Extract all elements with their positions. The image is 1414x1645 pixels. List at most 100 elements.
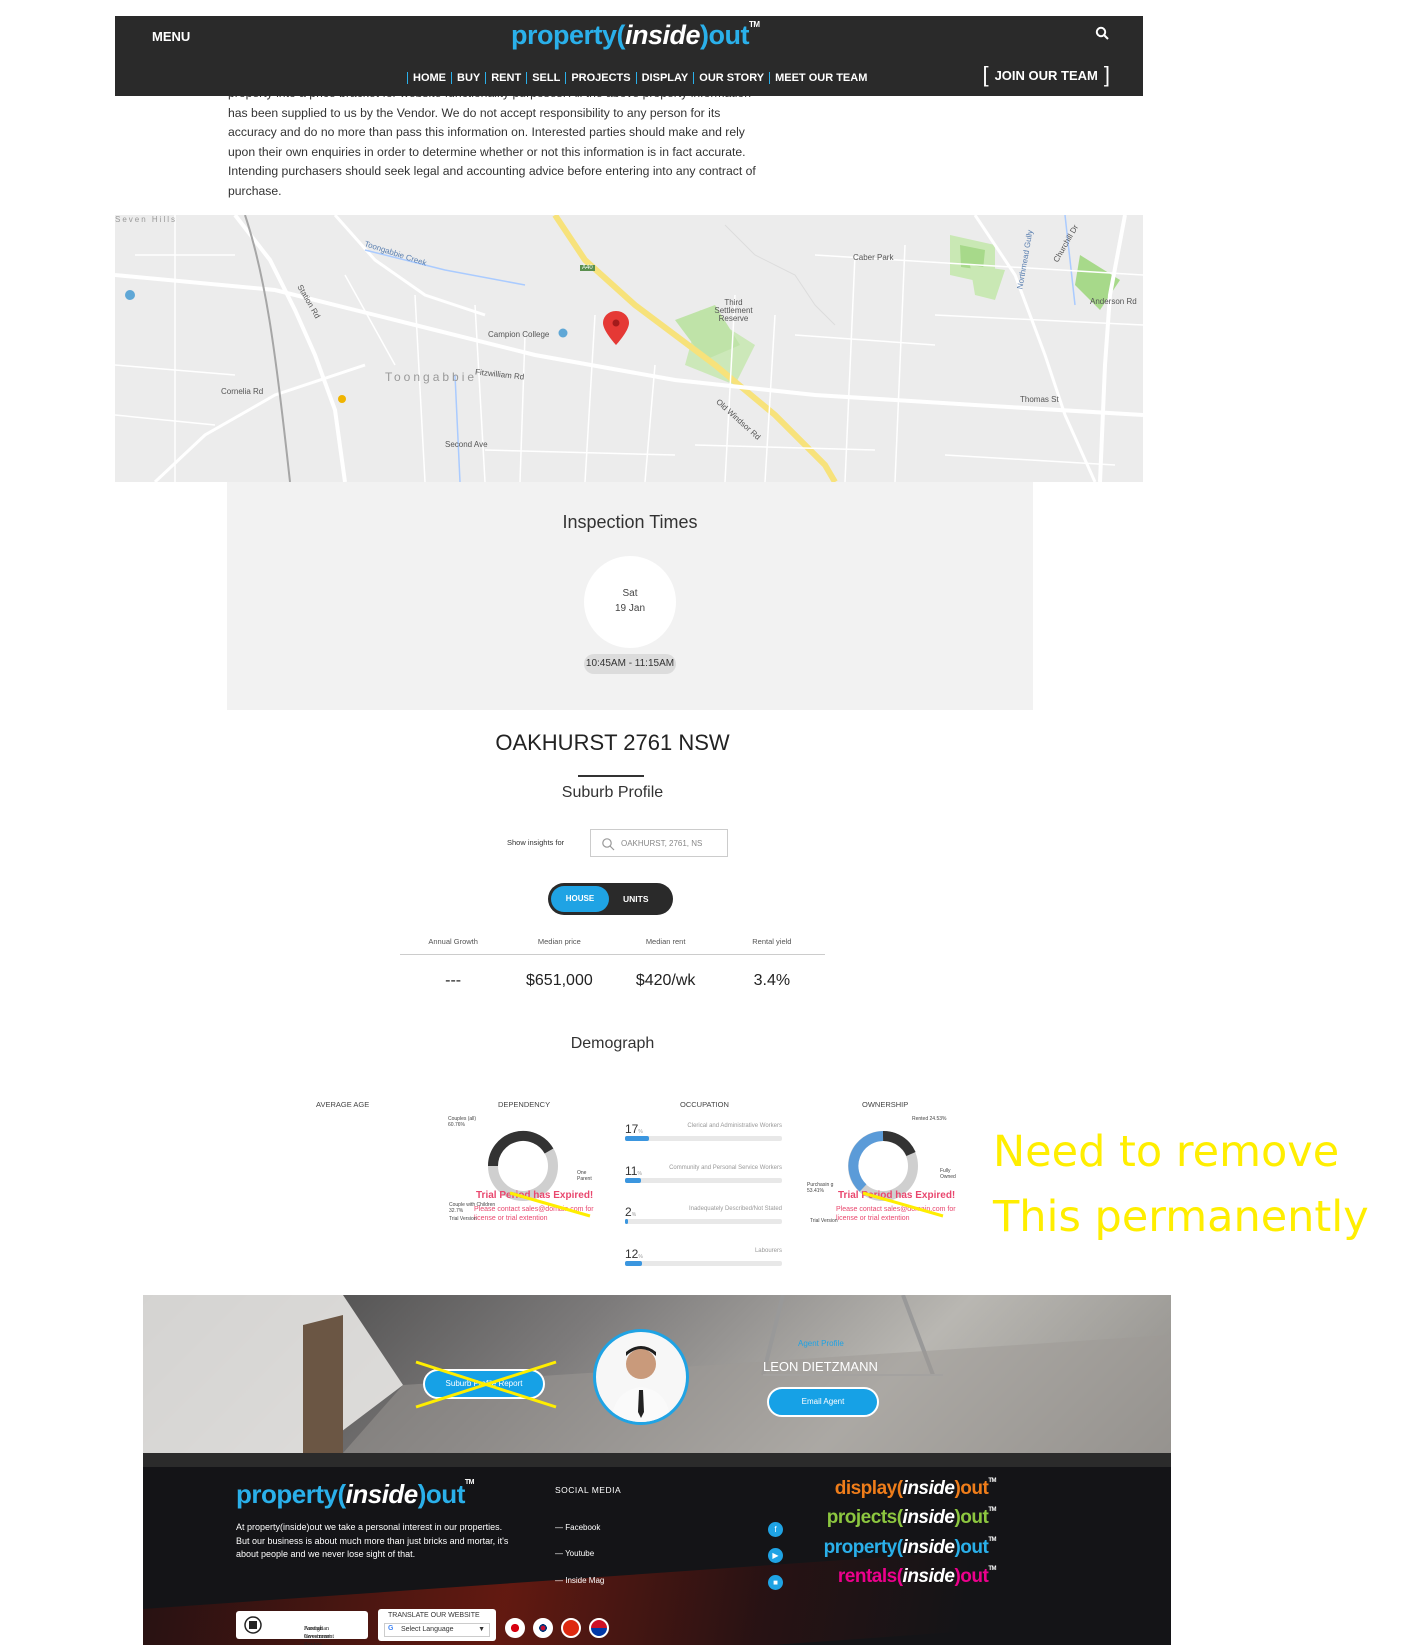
ownership-title: OWNERSHIP — [862, 1100, 909, 1109]
ownership-label: Rented 24.53% — [912, 1116, 947, 1122]
youtube-icon[interactable]: ▶ — [768, 1548, 783, 1563]
language-select[interactable]: G Select Language ▼ — [384, 1623, 490, 1637]
map-label: Campion College — [488, 330, 550, 339]
stat-header: Rental yield — [752, 937, 792, 946]
translate-widget[interactable]: TRANSLATE OUR WEBSITE G Select Language … — [378, 1609, 496, 1641]
display-inside-out-logo[interactable]: display(inside)outTM — [835, 1478, 997, 1500]
trial-version-label: Trial Version — [810, 1218, 838, 1224]
occupation-unit: % — [631, 1212, 637, 1218]
toggle-house[interactable]: HOUSE — [551, 886, 609, 912]
stat-median-rent: $420/wk — [635, 972, 696, 989]
join-label: JOIN OUR TEAM — [994, 67, 1098, 83]
cross-out-mark — [415, 1360, 557, 1409]
nav-buy[interactable]: BUY — [451, 72, 485, 84]
dropdown-arrow-icon: ▼ — [478, 1626, 485, 1633]
map-label: Caber Park — [853, 253, 894, 262]
inspection-date-circle[interactable]: Sat 19 Jan — [584, 556, 676, 648]
ownership-label: Fully Owned — [940, 1168, 956, 1180]
site-logo[interactable]: property(inside)outTM — [511, 20, 760, 51]
location-map[interactable]: Toongabbie Creek Caber Park Third Settle… — [115, 215, 1143, 482]
inspection-title: Inspection Times — [562, 512, 698, 532]
site-footer: property(inside)outTM At property(inside… — [143, 1453, 1171, 1645]
firb-badge[interactable]: Australian Government Foreign Investment … — [236, 1611, 368, 1645]
join-our-team-button[interactable]: [JOIN OUR TEAM] — [982, 62, 1110, 87]
rentals-inside-out-logo[interactable]: rentals(inside)outTM — [838, 1566, 997, 1588]
occupation-value: 11 — [625, 1164, 638, 1178]
map-roads — [115, 215, 1143, 482]
divider — [578, 775, 644, 777]
philippines-flag-icon[interactable] — [589, 1618, 609, 1638]
occupation-fill — [625, 1261, 642, 1266]
bracket-left-icon: [ — [982, 62, 989, 87]
nav-home[interactable]: HOME — [407, 72, 451, 84]
projects-inside-out-logo[interactable]: projects(inside)outTM — [827, 1507, 997, 1529]
stat-header: Annual Growth — [428, 937, 478, 946]
occupation-row: 17% Clerical and Administrative Workers — [625, 1120, 782, 1141]
occupation-title: OCCUPATION — [680, 1100, 729, 1109]
nav-projects[interactable]: PROJECTS — [565, 72, 635, 84]
search-icon — [602, 838, 615, 851]
agent-name: LEON DIETZMANN — [763, 1359, 878, 1374]
average-age-title: AVERAGE AGE — [316, 1100, 370, 1109]
nav-our-story[interactable]: OUR STORY — [693, 72, 769, 84]
agent-profile-label: Agent Profile — [798, 1339, 844, 1348]
suburb-title: OAKHURST 2761 NSW — [495, 730, 730, 755]
occupation-row: 2% Inadequately Described/Not Stated — [625, 1203, 782, 1224]
occupation-row: 12% Labourers — [625, 1245, 782, 1266]
trial-version-label: Trial Version — [449, 1216, 477, 1222]
language-select-label: Select Language — [401, 1626, 454, 1633]
occupation-value: 12 — [625, 1247, 639, 1261]
inspection-times-panel: Inspection Times Sat 19 Jan 10:45AM - 11… — [227, 482, 1033, 710]
occupation-unit: % — [638, 1129, 643, 1135]
inside-mag-link[interactable]: — Inside Mag — [555, 1576, 604, 1585]
google-icon: G — [388, 1625, 394, 1632]
gov-line-2: Foreign Investment Review Board — [304, 1626, 331, 1645]
nav-sell[interactable]: SELL — [526, 72, 565, 84]
stat-rental-yield: 3.4% — [753, 972, 791, 989]
occupation-unit: % — [637, 1171, 642, 1177]
annotation-line-2: This permanently — [993, 1192, 1369, 1242]
footer-about-text: At property(inside)out we take a persona… — [236, 1522, 509, 1559]
toggle-units[interactable]: UNITS — [623, 886, 649, 912]
property-type-toggle[interactable]: HOUSE UNITS — [548, 883, 673, 915]
property-disclaimer: property into a price bracket for websit… — [228, 86, 756, 198]
china-flag-icon[interactable] — [561, 1618, 581, 1638]
annotation-note: Need to remove This permanently — [993, 1120, 1369, 1250]
occupation-value: 17 — [625, 1122, 639, 1136]
magazine-icon[interactable]: ■ — [768, 1575, 783, 1590]
map-label: A40 — [580, 265, 595, 271]
occupation-label: Inadequately Described/Not Stated — [688, 1206, 782, 1212]
facebook-link[interactable]: — Facebook — [555, 1523, 600, 1532]
facebook-icon[interactable]: f — [768, 1522, 783, 1537]
email-agent-button[interactable]: Email Agent — [767, 1387, 879, 1417]
occupation-fill — [625, 1178, 641, 1183]
insights-label: Show insights for — [507, 838, 565, 847]
stat-annual-growth: --- — [445, 972, 462, 989]
dependency-title: DEPENDENCY — [498, 1100, 551, 1109]
occupation-fill — [625, 1219, 628, 1224]
youtube-link[interactable]: — Youtube — [555, 1549, 594, 1558]
search-icon[interactable] — [1095, 26, 1109, 40]
suburb-search-input[interactable]: OAKHURST, 2761, NS — [590, 829, 728, 857]
map-label: Third Settlement Reserve — [714, 298, 753, 323]
nav-meet-our-team[interactable]: MEET OUR TEAM — [769, 72, 872, 84]
property-inside-out-logo[interactable]: property(inside)outTM — [824, 1537, 997, 1559]
menu-button[interactable]: MENU — [152, 29, 190, 44]
agent-avatar[interactable] — [593, 1329, 689, 1425]
map-label: Seven Hills — [115, 215, 178, 224]
occupation-value: 2 — [625, 1205, 632, 1219]
cross-out-mark — [509, 1191, 591, 1218]
inspection-day: Sat — [622, 588, 638, 599]
korea-flag-icon[interactable] — [533, 1618, 553, 1638]
occupation-label: Labourers — [754, 1248, 782, 1254]
agent-banner: Suburb Profile Report Agent Profile LEON… — [143, 1295, 1171, 1453]
occupation-label: Clerical and Administrative Workers — [687, 1123, 782, 1129]
nav-rent[interactable]: RENT — [485, 72, 526, 84]
inspection-time[interactable]: 10:45AM - 11:15AM — [584, 654, 676, 674]
footer-logo[interactable]: property(inside)outTM — [236, 1479, 474, 1510]
footer-top-bar — [143, 1453, 1171, 1467]
nav-display[interactable]: DISPLAY — [635, 72, 694, 84]
suburb-stats: Annual Growth Median price Median rent R… — [400, 937, 825, 990]
japan-flag-icon[interactable] — [505, 1618, 525, 1638]
occupation-fill — [625, 1136, 650, 1141]
